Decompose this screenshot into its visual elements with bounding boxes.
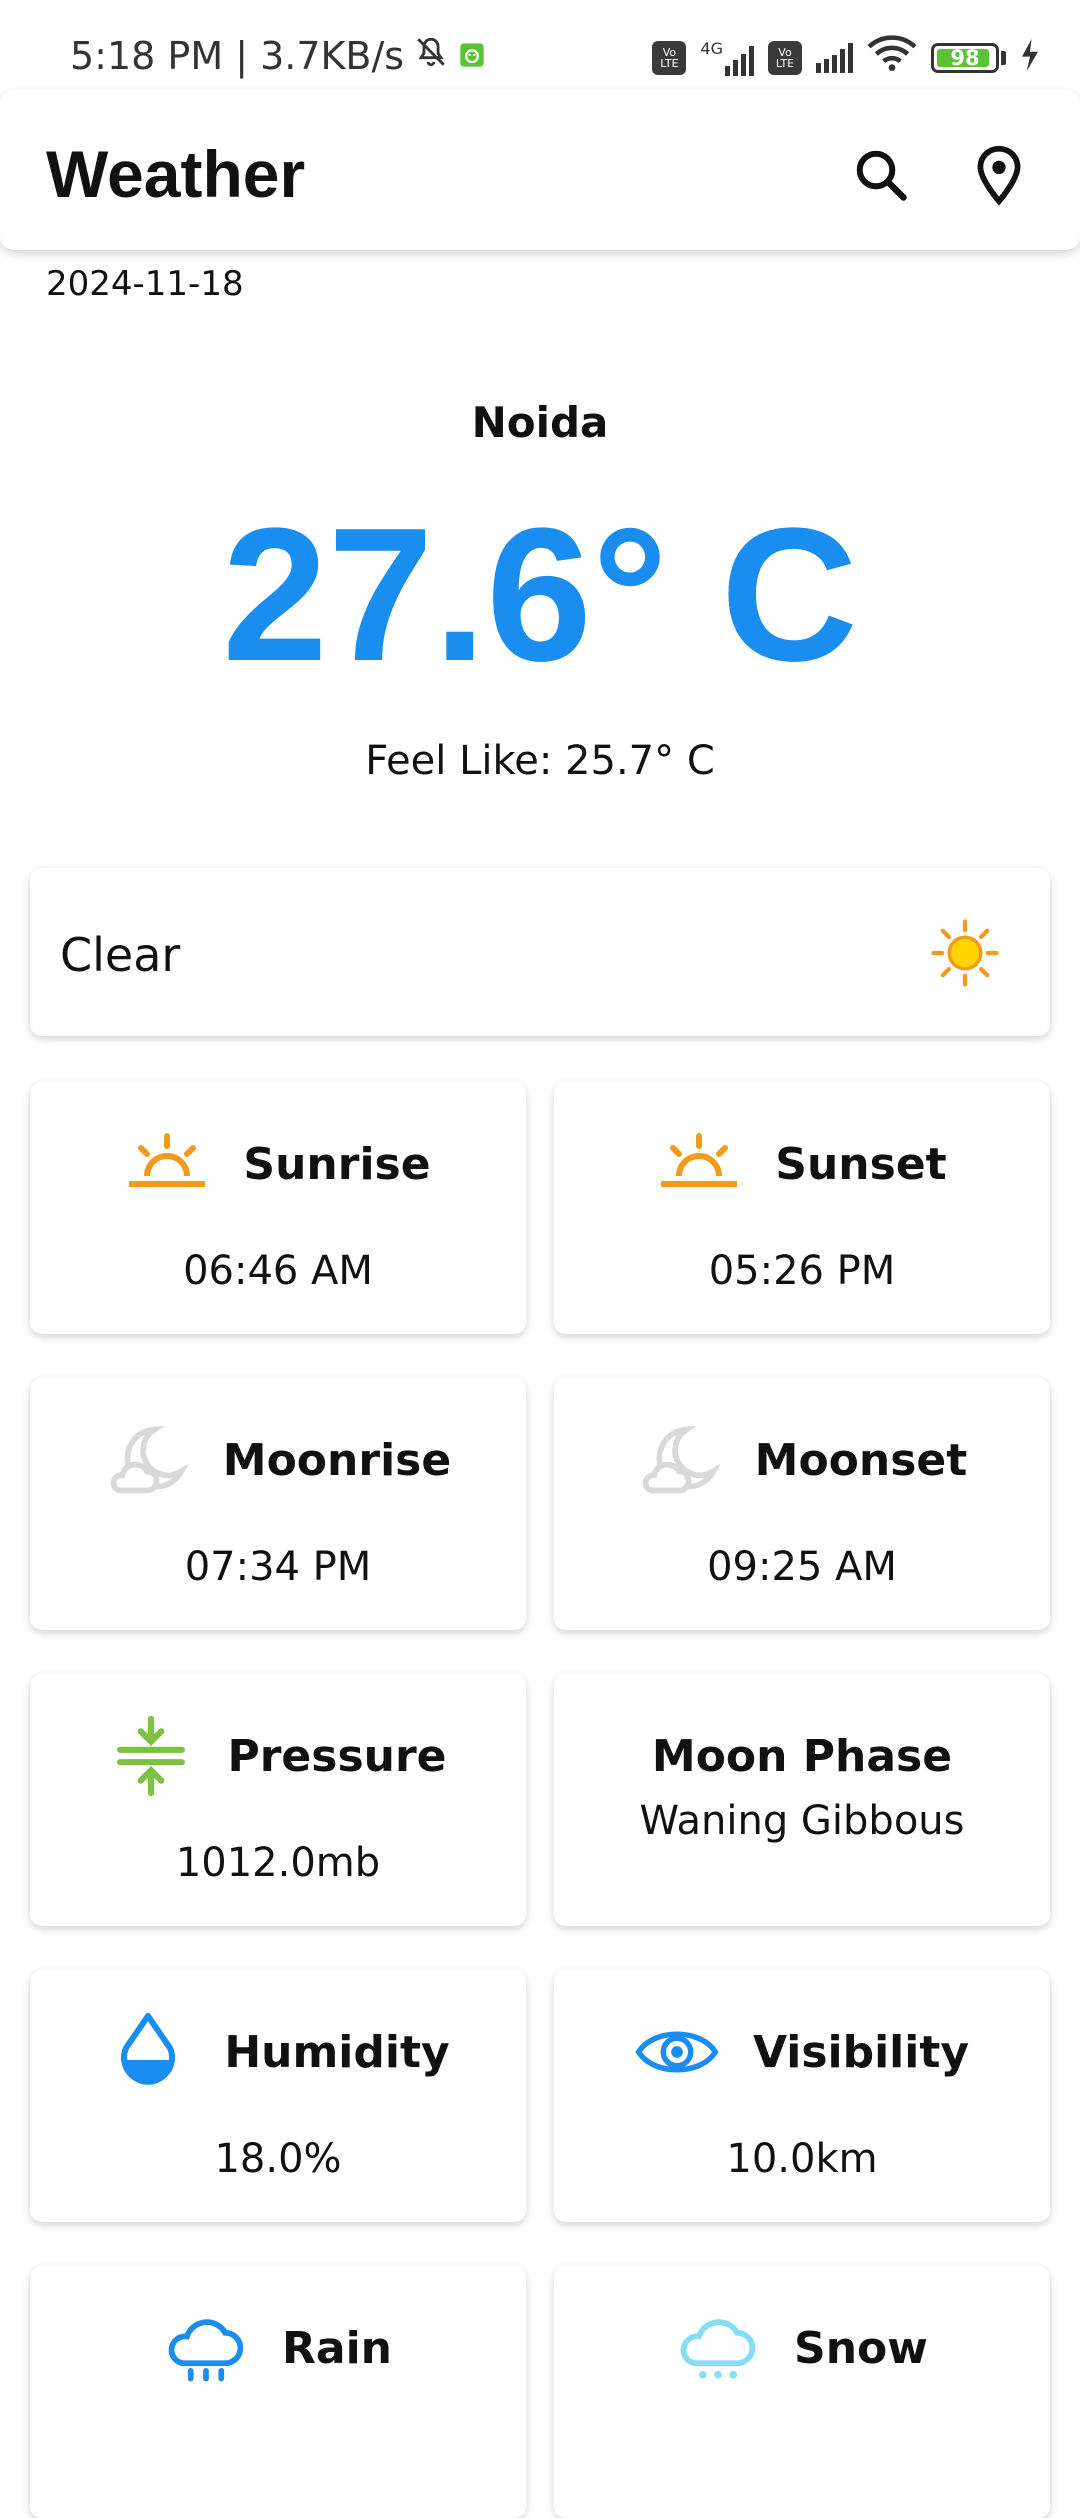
moon-phase-value: Waning Gibbous — [639, 1798, 965, 1844]
visibility-card: Visibility 10.0km — [554, 1970, 1050, 2222]
status-bar: 5:18 PM | 3.7KB/s Vo LTE 4G Vo LTE 98 — [0, 0, 1080, 88]
search-icon — [851, 145, 911, 209]
charging-icon — [1020, 36, 1040, 80]
app-title: Weather — [46, 137, 306, 211]
sunrise-title: Sunrise — [243, 1138, 431, 1190]
pressure-title: Pressure — [227, 1730, 447, 1782]
snow-title: Snow — [794, 2322, 928, 2374]
condition-card: Clear — [30, 868, 1050, 1036]
sunrise-card: Sunrise 06:46 AM — [30, 1082, 526, 1334]
snow-cloud-icon — [676, 2308, 760, 2388]
visibility-value: 10.0km — [726, 2136, 878, 2182]
cellular-signal-icon-2 — [816, 42, 853, 73]
humidity-card: Humidity 18.0% — [30, 1970, 526, 2222]
moonset-card: Moonset 09:25 AM — [554, 1378, 1050, 1630]
sunrise-value: 06:46 AM — [183, 1248, 373, 1294]
rain-card: Rain — [30, 2266, 526, 2518]
condition-label: Clear — [60, 928, 181, 982]
water-drop-icon — [106, 2012, 190, 2092]
feels-like-label: Feel Like: 25.7° C — [365, 738, 715, 784]
volte-icon-2: Vo LTE — [768, 40, 802, 75]
rain-title: Rain — [282, 2322, 392, 2374]
cellular-signal-icon — [725, 46, 754, 76]
pressure-header: Pressure — [30, 1715, 526, 1797]
sunrise-header: Sunrise — [30, 1124, 526, 1204]
rain-cloud-icon — [164, 2308, 248, 2388]
pressure-card: Pressure 1012.0mb — [30, 1674, 526, 1926]
visibility-header: Visibility — [554, 2012, 1050, 2092]
sunrise-icon — [125, 1124, 209, 1204]
pressure-icon — [109, 1715, 193, 1797]
snow-card: Snow — [554, 2266, 1050, 2518]
date-label: 2024-11-18 — [46, 264, 244, 304]
mute-bell-icon — [414, 34, 448, 78]
humidity-title: Humidity — [224, 2026, 450, 2078]
temperature-value: 27.6° C — [222, 489, 858, 701]
humidity-header: Humidity — [30, 2012, 526, 2092]
moon-cloud-icon — [105, 1420, 189, 1500]
rain-header: Rain — [30, 2308, 526, 2388]
location-button[interactable] — [964, 142, 1034, 212]
battery-level: 98 — [950, 45, 980, 70]
pressure-value: 1012.0mb — [175, 1840, 381, 1886]
moon-phase-title: Moon Phase — [651, 1730, 953, 1782]
status-time-speed: 5:18 PM | 3.7KB/s — [70, 34, 405, 78]
snow-header: Snow — [554, 2308, 1050, 2388]
humidity-value: 18.0% — [214, 2136, 342, 2182]
sun-icon — [930, 918, 1000, 988]
visibility-title: Visibility — [752, 2026, 970, 2078]
search-button[interactable] — [846, 142, 916, 212]
app-bar: Weather — [0, 90, 1080, 250]
moonrise-header: Moonrise — [30, 1420, 526, 1500]
moonrise-card: Moonrise 07:34 PM — [30, 1378, 526, 1630]
volte-icon: Vo LTE — [652, 40, 687, 75]
sunset-title: Sunset — [775, 1138, 947, 1190]
wifi-icon — [867, 34, 917, 81]
moonset-header: Moonset — [554, 1420, 1050, 1500]
moonrise-title: Moonrise — [222, 1434, 452, 1486]
network-type-label: 4G — [700, 39, 723, 58]
sunset-card: Sunset 05:26 PM — [554, 1082, 1050, 1334]
battery-icon: 98 — [931, 42, 999, 73]
moonset-title: Moonset — [754, 1434, 968, 1486]
moonset-value: 09:25 AM — [707, 1544, 897, 1590]
moon-phase-header: Moon Phase — [554, 1716, 1050, 1796]
sunset-header: Sunset — [554, 1124, 1050, 1204]
battery-cap — [1001, 50, 1006, 65]
city-name: Noida — [471, 398, 609, 447]
location-pin-icon — [970, 144, 1028, 210]
app-notification-icon — [458, 34, 486, 78]
status-right: Vo LTE 4G Vo LTE 98 — [652, 34, 1040, 81]
sunset-icon — [657, 1124, 741, 1204]
status-left: 5:18 PM | 3.7KB/s — [70, 34, 486, 78]
sunset-value: 05:26 PM — [708, 1248, 896, 1294]
moon-phase-card: Moon Phase Waning Gibbous — [554, 1674, 1050, 1926]
moon-cloud-icon — [637, 1420, 721, 1500]
eye-icon — [635, 2012, 719, 2092]
moonrise-value: 07:34 PM — [184, 1544, 372, 1590]
